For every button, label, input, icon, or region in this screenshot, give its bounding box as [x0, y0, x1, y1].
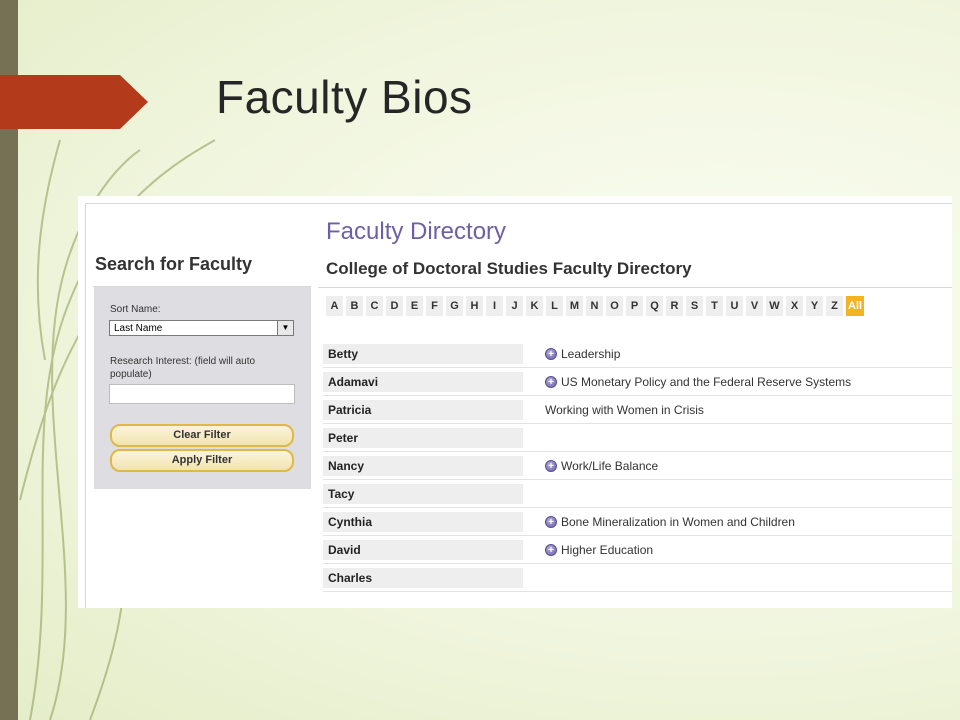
letter-p[interactable]: P [626, 296, 643, 316]
faculty-name[interactable]: Peter [323, 428, 523, 448]
letter-m[interactable]: M [566, 296, 583, 316]
research-interest: + Bone Mineralization in Women and Childr… [545, 512, 795, 532]
research-interest-text: Higher Education [561, 543, 654, 557]
letter-z[interactable]: Z [826, 296, 843, 316]
letter-k[interactable]: K [526, 296, 543, 316]
research-label-line1: Research Interest: (field will auto [110, 356, 256, 367]
letter-v[interactable]: V [746, 296, 763, 316]
faculty-list: Betty + Leadership Adamavi + US Monetary Poli… [323, 340, 952, 592]
research-interest: + Leadership [545, 344, 620, 364]
alphabet-filter: A B C D E F G H I J K L M N O P Q R S T U V W X Y Z All [326, 296, 865, 316]
search-for-faculty-heading: Search for Faculty [95, 254, 253, 274]
letter-i[interactable]: I [486, 296, 503, 316]
faculty-name[interactable]: Tacy [323, 484, 523, 504]
research-interest-text: Bone Mineralization in Women and Childre… [561, 515, 795, 529]
research-interest: + Higher Education [545, 540, 653, 560]
faculty-name[interactable]: David [323, 540, 523, 560]
sort-name-label: Sort Name: [110, 304, 161, 315]
letter-all[interactable]: All [846, 296, 865, 316]
research-interest-text: Work/Life Balance [561, 459, 659, 473]
research-interest-label: Research Interest: (field will auto popu… [110, 355, 255, 381]
letter-o[interactable]: O [606, 296, 623, 316]
directory-subtitle: College of Doctoral Studies Faculty Dire… [326, 259, 692, 278]
letter-f[interactable]: F [426, 296, 443, 316]
letter-q[interactable]: Q [646, 296, 663, 316]
slide-title: Faculty Bios [216, 71, 473, 123]
faculty-name[interactable]: Nancy [323, 456, 523, 476]
research-interest: + US Monetary Policy and the Federal Rese… [545, 372, 851, 392]
letter-u[interactable]: U [726, 296, 743, 316]
letter-l[interactable]: L [546, 296, 563, 316]
subtitle-divider [318, 287, 952, 288]
letter-s[interactable]: S [686, 296, 703, 316]
plus-circle-icon[interactable]: + [545, 376, 557, 388]
faculty-name[interactable]: Cynthia [323, 512, 523, 532]
letter-g[interactable]: G [446, 296, 463, 316]
sort-name-select[interactable]: Last Name ▼ [109, 320, 294, 336]
title-arrow-shape [0, 75, 148, 129]
faculty-row: Peter [323, 424, 952, 452]
faculty-row: Betty + Leadership [323, 340, 952, 368]
faculty-row: Adamavi + US Monetary Policy and the Feder… [323, 368, 952, 396]
faculty-directory-screenshot: Search for Faculty Sort Name: Last Name … [78, 196, 952, 608]
dropdown-arrow-icon[interactable]: ▼ [277, 321, 293, 335]
research-interest-text: US Monetary Policy and the Federal Reser… [561, 375, 852, 389]
research-label-line2: populate) [110, 369, 152, 380]
faculty-row: Patricia Working with Women in Crisis [323, 396, 952, 424]
letter-y[interactable]: Y [806, 296, 823, 316]
faculty-name[interactable]: Patricia [323, 400, 523, 420]
faculty-row: David + Higher Education [323, 536, 952, 564]
research-interest: + Work/Life Balance [545, 456, 658, 476]
faculty-row: Tacy [323, 480, 952, 508]
filter-panel: Sort Name: Last Name ▼ Research Interest… [94, 287, 311, 489]
letter-n[interactable]: N [586, 296, 603, 316]
plus-circle-icon[interactable]: + [545, 460, 557, 472]
faculty-name[interactable]: Betty [323, 344, 523, 364]
faculty-name[interactable]: Charles [323, 568, 523, 588]
research-interest-text: Leadership [561, 347, 621, 361]
sort-name-value: Last Name [114, 323, 163, 334]
letter-d[interactable]: D [386, 296, 403, 316]
research-interest: Working with Women in Crisis [545, 400, 704, 420]
faculty-name[interactable]: Adamavi [323, 372, 523, 392]
letter-r[interactable]: R [666, 296, 683, 316]
apply-filter-button[interactable]: Apply Filter [110, 449, 294, 472]
research-interest-text: Working with Women in Crisis [545, 403, 704, 417]
research-interest-input[interactable] [109, 384, 295, 404]
letter-x[interactable]: X [786, 296, 803, 316]
clear-filter-button[interactable]: Clear Filter [110, 424, 294, 447]
letter-b[interactable]: B [346, 296, 363, 316]
plus-circle-icon[interactable]: + [545, 544, 557, 556]
plus-circle-icon[interactable]: + [545, 516, 557, 528]
letter-a[interactable]: A [326, 296, 343, 316]
faculty-row: Cynthia + Bone Mineralization in Women and… [323, 508, 952, 536]
letter-j[interactable]: J [506, 296, 523, 316]
letter-t[interactable]: T [706, 296, 723, 316]
faculty-directory-title: Faculty Directory [326, 218, 507, 245]
faculty-row: Nancy + Work/Life Balance [323, 452, 952, 480]
letter-w[interactable]: W [766, 296, 783, 316]
letter-c[interactable]: C [366, 296, 383, 316]
letter-e[interactable]: E [406, 296, 423, 316]
plus-circle-icon[interactable]: + [545, 348, 557, 360]
letter-h[interactable]: H [466, 296, 483, 316]
faculty-row: Charles [323, 564, 952, 592]
